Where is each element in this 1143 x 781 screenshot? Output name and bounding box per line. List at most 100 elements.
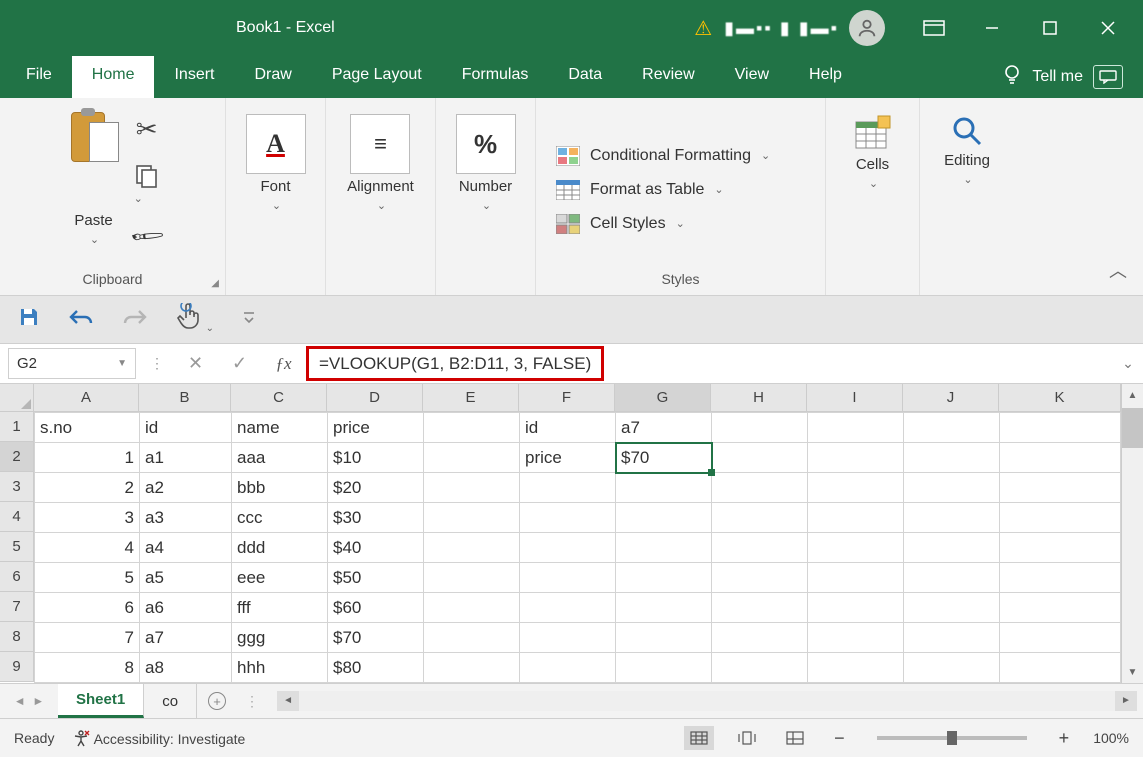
collapse-ribbon-button[interactable]: ︿: [1109, 257, 1127, 283]
zoom-level[interactable]: 100%: [1093, 730, 1129, 746]
cell[interactable]: [808, 473, 904, 503]
cell[interactable]: [1000, 593, 1121, 623]
col-header-g[interactable]: G: [615, 384, 711, 412]
row-header-5[interactable]: 5: [0, 532, 34, 562]
cell[interactable]: [904, 563, 1000, 593]
cell[interactable]: [904, 533, 1000, 563]
cell[interactable]: 5: [35, 563, 140, 593]
cell[interactable]: [520, 623, 616, 653]
cell[interactable]: $50: [328, 563, 424, 593]
cell[interactable]: a7: [616, 413, 712, 443]
cut-button[interactable]: ✂: [136, 114, 158, 145]
vertical-scrollbar[interactable]: ▲ ▼: [1121, 384, 1143, 683]
row-header-7[interactable]: 7: [0, 592, 34, 622]
accessibility-status[interactable]: Accessibility: Investigate: [72, 729, 245, 747]
save-button[interactable]: [18, 306, 40, 334]
cell[interactable]: [424, 653, 520, 683]
cell[interactable]: [424, 443, 520, 473]
cell[interactable]: 7: [35, 623, 140, 653]
cell[interactable]: [712, 593, 808, 623]
scroll-left-icon[interactable]: ◄: [277, 691, 299, 711]
cell[interactable]: $40: [328, 533, 424, 563]
cell[interactable]: [808, 653, 904, 683]
view-page-break-button[interactable]: [780, 726, 810, 750]
cell[interactable]: [424, 593, 520, 623]
cell[interactable]: eee: [232, 563, 328, 593]
cell[interactable]: a3: [140, 503, 232, 533]
col-header-e[interactable]: E: [423, 384, 519, 412]
tab-page-layout[interactable]: Page Layout: [312, 56, 442, 98]
number-group-button[interactable]: %Number: [446, 110, 526, 216]
cell[interactable]: [712, 623, 808, 653]
cell[interactable]: [424, 503, 520, 533]
alignment-group-button[interactable]: ≡Alignment: [337, 110, 424, 216]
cell[interactable]: aaa: [232, 443, 328, 473]
col-header-j[interactable]: J: [903, 384, 999, 412]
col-header-a[interactable]: A: [34, 384, 139, 412]
cell[interactable]: [808, 533, 904, 563]
cell[interactable]: a8: [140, 653, 232, 683]
cell[interactable]: [712, 503, 808, 533]
cell[interactable]: [808, 413, 904, 443]
cell[interactable]: a5: [140, 563, 232, 593]
copy-button[interactable]: ⌄: [134, 163, 160, 205]
spreadsheet-grid[interactable]: s.no id name price id a7 1 a1 aaa $10 pr…: [34, 412, 1121, 683]
cancel-formula-button[interactable]: ✕: [174, 344, 218, 383]
close-button[interactable]: [1079, 0, 1137, 56]
cell[interactable]: [904, 413, 1000, 443]
cell[interactable]: name: [232, 413, 328, 443]
user-avatar[interactable]: [849, 10, 885, 46]
cell[interactable]: 6: [35, 593, 140, 623]
cell[interactable]: [1000, 623, 1121, 653]
add-sheet-button[interactable]: +: [197, 684, 237, 718]
cell[interactable]: 3: [35, 503, 140, 533]
cell[interactable]: ccc: [232, 503, 328, 533]
select-all-button[interactable]: [0, 384, 34, 412]
cell[interactable]: [424, 473, 520, 503]
col-header-b[interactable]: B: [139, 384, 231, 412]
comments-button[interactable]: [1093, 65, 1123, 89]
cell[interactable]: [616, 623, 712, 653]
cell[interactable]: [1000, 533, 1121, 563]
tab-review[interactable]: Review: [622, 56, 714, 98]
cell[interactable]: [616, 593, 712, 623]
font-group-button[interactable]: AFont: [236, 110, 316, 216]
cell[interactable]: id: [140, 413, 232, 443]
row-header-8[interactable]: 8: [0, 622, 34, 652]
expand-formula-bar-button[interactable]: ⌄: [1113, 344, 1143, 383]
cell[interactable]: s.no: [35, 413, 140, 443]
cell[interactable]: [904, 473, 1000, 503]
cell[interactable]: [808, 593, 904, 623]
cell[interactable]: [424, 533, 520, 563]
cell[interactable]: 8: [35, 653, 140, 683]
tab-view[interactable]: View: [715, 56, 789, 98]
row-header-6[interactable]: 6: [0, 562, 34, 592]
format-painter-button[interactable]: 🖌: [128, 217, 166, 255]
col-header-k[interactable]: K: [999, 384, 1121, 412]
tab-draw[interactable]: Draw: [234, 56, 311, 98]
cell[interactable]: $80: [328, 653, 424, 683]
cell[interactable]: ggg: [232, 623, 328, 653]
cell[interactable]: [904, 503, 1000, 533]
tab-file[interactable]: File: [6, 56, 72, 98]
cell[interactable]: price: [328, 413, 424, 443]
cell[interactable]: [808, 563, 904, 593]
maximize-button[interactable]: [1021, 0, 1079, 56]
cell[interactable]: hhh: [232, 653, 328, 683]
cell[interactable]: a2: [140, 473, 232, 503]
horizontal-scrollbar[interactable]: ◄ ►: [277, 691, 1137, 711]
col-header-d[interactable]: D: [327, 384, 423, 412]
cell[interactable]: $60: [328, 593, 424, 623]
ribbon-display-button[interactable]: [905, 0, 963, 56]
cell[interactable]: [808, 623, 904, 653]
clipboard-launcher-icon[interactable]: ◢: [211, 278, 219, 289]
cell[interactable]: [616, 473, 712, 503]
insert-function-button[interactable]: ƒx: [262, 344, 306, 383]
cell[interactable]: [1000, 653, 1121, 683]
cell[interactable]: [712, 473, 808, 503]
tab-insert[interactable]: Insert: [154, 56, 234, 98]
cell[interactable]: [1000, 443, 1121, 473]
redo-button[interactable]: [122, 307, 148, 333]
touch-mode-button[interactable]: ⌄: [176, 303, 214, 337]
cell[interactable]: [808, 503, 904, 533]
